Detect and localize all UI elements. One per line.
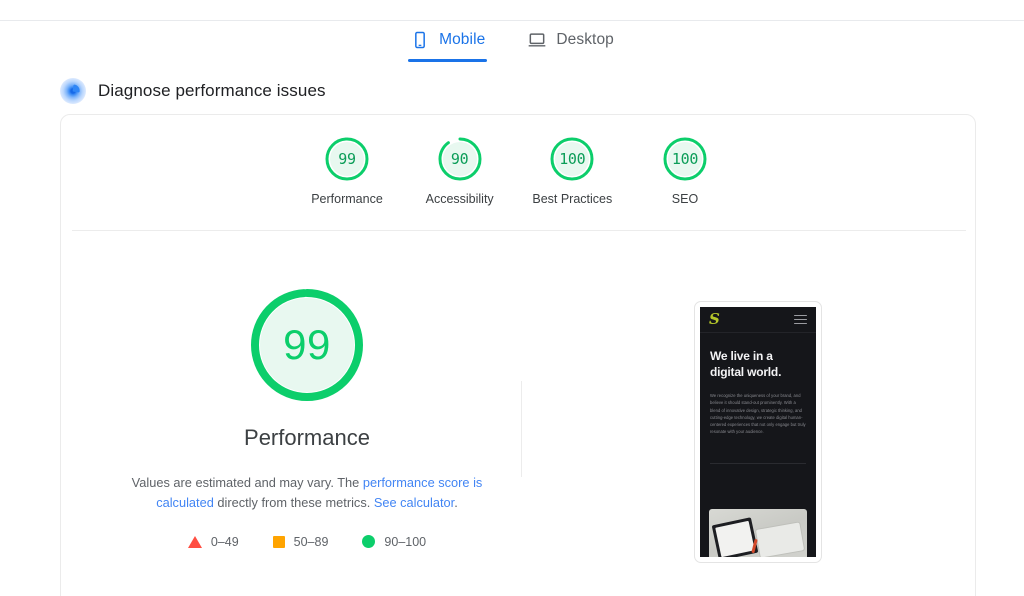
gauge-best-practices-value: 100	[559, 150, 586, 168]
lighthouse-spark-icon	[60, 78, 86, 104]
gauge-accessibility: 90	[436, 135, 484, 183]
preview-viewport: S We live in a digital world. We recogni…	[700, 307, 816, 557]
report-card: 99 Performance 90 Accessibility 100 Best…	[60, 114, 976, 596]
score-item-best-practices[interactable]: 100 Best Practices	[516, 135, 628, 206]
score-legend: 0–49 50–89 90–100	[187, 534, 426, 549]
hamburger-menu-icon	[794, 314, 807, 325]
tablet-shape	[754, 521, 806, 557]
vertical-divider	[521, 381, 522, 477]
score-item-seo[interactable]: 100 SEO	[629, 135, 741, 206]
preview-paragraph: We recognize the uniqueness of your bran…	[710, 393, 806, 434]
legend-label-good: 90–100	[384, 534, 427, 549]
device-tabs: Mobile Desktop	[0, 26, 1024, 62]
legend-label-poor: 0–49	[210, 534, 239, 549]
card-section-divider	[72, 230, 966, 231]
circle-swatch-icon	[362, 535, 376, 549]
gauge-seo-value: 100	[671, 150, 699, 168]
square-swatch-icon	[272, 535, 285, 548]
gauge-performance-value: 99	[338, 150, 356, 168]
performance-description: Values are estimated and may vary. The p…	[112, 473, 502, 513]
gauge-best-practices: 100	[548, 135, 596, 183]
preview-navbar: S	[700, 307, 816, 333]
category-score-strip: 99 Performance 90 Accessibility 100 Best…	[291, 135, 741, 206]
legend-item-average: 50–89	[272, 534, 329, 549]
performance-summary: 99 Performance Values are estimated and …	[97, 285, 517, 549]
page-title: Diagnose performance issues	[98, 81, 326, 100]
preview-headline: We live in a digital world.	[710, 349, 782, 379]
gauge-accessibility-value: 90	[450, 150, 469, 168]
page-screenshot-preview[interactable]: S We live in a digital world. We recogni…	[694, 301, 822, 563]
gauge-performance-large: 99	[247, 285, 367, 405]
tab-mobile-label: Mobile	[439, 31, 486, 48]
header-divider	[0, 20, 1024, 21]
score-label-best-practices: Best Practices	[532, 192, 613, 206]
tab-desktop[interactable]: Desktop	[525, 26, 616, 62]
gauge-seo: 100	[661, 135, 709, 183]
score-label-seo: SEO	[671, 192, 699, 206]
tab-desktop-label: Desktop	[556, 31, 614, 48]
legend-label-average: 50–89	[293, 534, 329, 549]
score-item-accessibility[interactable]: 90 Accessibility	[404, 135, 516, 206]
mobile-phone-icon	[410, 30, 430, 50]
description-text-1: Values are estimated and may vary. The	[131, 475, 363, 490]
description-text-2: directly from these metrics.	[213, 494, 374, 510]
score-label-performance: Performance	[311, 192, 383, 206]
pagespeed-insights-report: Mobile Desktop Diagnose performance issu…	[0, 0, 1024, 596]
tab-active-indicator	[408, 59, 488, 62]
preview-hero-image	[709, 509, 807, 557]
laptop-icon	[527, 30, 547, 50]
preview-rule	[710, 463, 806, 465]
preview-logo: S	[709, 310, 720, 328]
gauge-performance-large-value: 99	[283, 321, 331, 368]
tab-mobile[interactable]: Mobile	[408, 26, 488, 62]
gauge-performance: 99	[323, 135, 371, 183]
score-item-performance[interactable]: 99 Performance	[291, 135, 403, 206]
triangle-swatch-icon	[187, 535, 202, 548]
see-calculator-link[interactable]: See calculator	[374, 495, 454, 510]
legend-item-good: 90–100	[362, 535, 426, 549]
legend-item-poor: 0–49	[187, 534, 239, 549]
score-label-accessibility: Accessibility	[425, 192, 494, 206]
diagnose-heading: Diagnose performance issues	[60, 78, 326, 104]
description-text-3: .	[454, 494, 458, 510]
performance-title: Performance	[244, 425, 370, 450]
